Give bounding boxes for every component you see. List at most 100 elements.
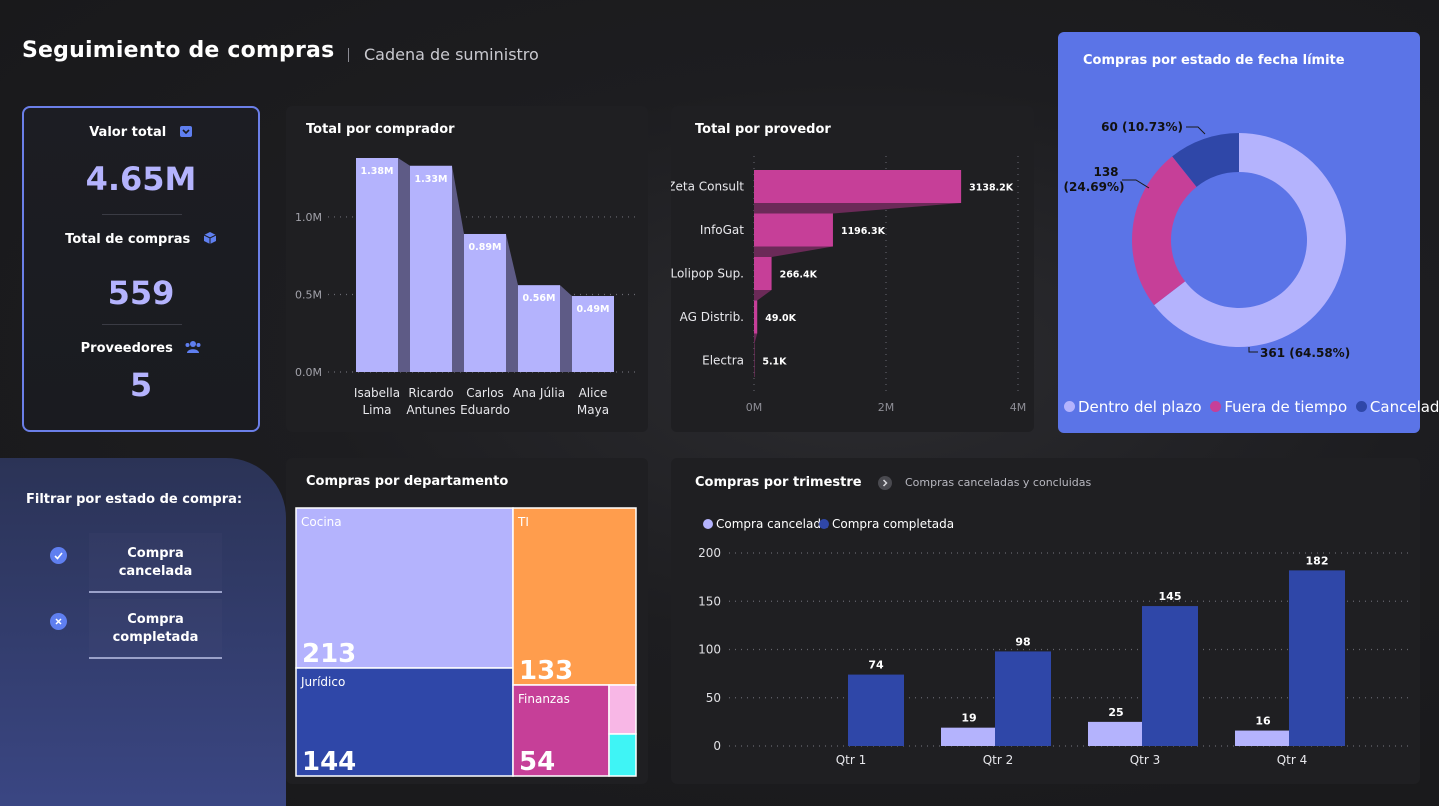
- bar: [995, 651, 1051, 746]
- header-divider: [348, 48, 349, 62]
- kpi-card: Valor total 4.65M Total de compras 559 P…: [22, 106, 260, 432]
- treemap-label: Finanzas: [518, 692, 570, 706]
- bar: [410, 165, 452, 372]
- x-tick-label: 2M: [878, 401, 895, 414]
- data-label: 49.0K: [765, 313, 796, 324]
- supplier-chart: 0M 2M 4M Zeta Consult 3138.2K InfoGat 1196.3K L…: [671, 156, 1027, 414]
- page-title: Seguimiento de compras: [22, 38, 335, 63]
- buyer-chart: 0.0M 0.5M 1.0M 1.38M Isabella Lima 1.33M Ricard…: [295, 158, 636, 417]
- y-tick-label: 1.0M: [295, 211, 322, 224]
- data-label: 3138.2K: [969, 183, 1014, 194]
- bar: [754, 213, 833, 247]
- total-value: 4.65M: [85, 160, 197, 198]
- x-tick-label: 0M: [746, 401, 763, 414]
- x-tick-label: Carlos: [466, 386, 504, 400]
- y-tick-label: 0: [713, 739, 721, 753]
- bar: [754, 170, 962, 203]
- bar: [1142, 606, 1198, 746]
- data-label: 138: [1093, 165, 1118, 179]
- bar: [754, 300, 758, 334]
- legend-label: Compra completada: [832, 517, 954, 531]
- kpi-divider: [102, 324, 182, 325]
- y-tick-label: 0.0M: [295, 366, 322, 379]
- treemap-cell: [608, 733, 637, 777]
- treemap-label: Cocina: [301, 515, 342, 529]
- treemap-value: 54: [519, 747, 555, 777]
- kpi-divider: [102, 214, 182, 215]
- y-tick-label: Electra: [702, 354, 744, 368]
- data-label: 266.4K: [780, 270, 818, 281]
- legend-dot: [1210, 401, 1222, 412]
- data-label: 1.33M: [415, 174, 448, 185]
- legend-item-late[interactable]: Fuera de tiempo: [1210, 398, 1347, 416]
- ribbon: [506, 233, 518, 372]
- y-tick-label: InfoGat: [700, 223, 744, 237]
- data-label: 182: [1306, 554, 1329, 567]
- treemap-value: 144: [302, 747, 356, 777]
- data-label: 0.49M: [577, 304, 610, 315]
- treemap-label: TI: [517, 515, 529, 529]
- x-tick-label: Qtr 1: [836, 753, 867, 767]
- treemap-label: Jurídico: [300, 675, 345, 689]
- data-label: 74: [868, 659, 884, 672]
- y-tick-label: 0.5M: [295, 288, 322, 301]
- x-tick-label: Lima: [362, 403, 391, 417]
- filter-title: Filtrar por estado de compra:: [26, 492, 243, 507]
- bar: [1289, 570, 1345, 746]
- department-treemap: Cocina 213 Jurídico 144 TI 133 Finanzas 54: [295, 507, 637, 777]
- buyer-chart-panel: Total por comprador 0.0M 0.5M 1.0M 1.38M Isa…: [286, 106, 648, 432]
- bar: [848, 674, 904, 746]
- total-value-label: Valor total: [24, 124, 258, 140]
- bar: [464, 233, 506, 372]
- suppliers-count: 5: [129, 366, 153, 404]
- check-circle-icon: [50, 547, 67, 564]
- filter-completed-button[interactable]: Compra completada: [89, 599, 222, 659]
- deadline-chart-panel: Compras por estado de fecha límite 361 (…: [1058, 32, 1439, 433]
- filter-cancelled[interactable]: Compra cancelada: [48, 533, 224, 593]
- legend-item-on-time[interactable]: Dentro del plazo: [1064, 398, 1202, 416]
- filter-cancelled-button[interactable]: Compra cancelada: [89, 533, 222, 593]
- data-label: 0.56M: [523, 293, 556, 304]
- wallet-icon: [179, 126, 192, 137]
- page-subtitle: Cadena de suministro: [364, 45, 539, 64]
- y-tick-label: 200: [698, 546, 721, 560]
- ribbon: [754, 246, 833, 257]
- ribbon: [754, 290, 772, 301]
- legend-dot: [703, 519, 713, 529]
- data-label: 1.38M: [361, 166, 394, 177]
- deadline-legend: Dentro del plazo Fuera de tiempo Cancela…: [1064, 398, 1439, 416]
- y-tick-label: 150: [698, 594, 721, 608]
- suppliers-label: Proveedores: [24, 340, 258, 356]
- leader-line: [1122, 179, 1150, 189]
- ribbon: [452, 165, 464, 372]
- treemap-cell: [608, 684, 637, 735]
- data-label: 19: [961, 712, 976, 725]
- y-tick-label: AG Distrib.: [680, 310, 744, 324]
- x-tick-label: Eduardo: [460, 403, 510, 417]
- x-tick-label: Ricardo: [408, 386, 453, 400]
- ribbon: [754, 203, 962, 214]
- data-label: 5.1K: [762, 357, 787, 368]
- legend-label: Compra cancelada: [716, 517, 828, 531]
- y-tick-label: Lolipop Sup.: [671, 267, 744, 281]
- filter-completed[interactable]: Compra completada: [48, 599, 224, 659]
- ribbon: [754, 333, 758, 344]
- donut-slice: [1132, 156, 1197, 306]
- data-label: 145: [1159, 590, 1182, 603]
- data-label: 0.89M: [469, 242, 502, 253]
- x-tick-label: Ana Júlia: [513, 386, 565, 400]
- x-tick-label: 4M: [1010, 401, 1027, 414]
- bar: [1235, 730, 1291, 746]
- data-label: 1196.3K: [841, 226, 886, 237]
- leader-line: [1186, 126, 1206, 135]
- bar: [941, 727, 997, 746]
- legend-item-cancelled[interactable]: Cancelada: [1355, 398, 1439, 416]
- supplier-chart-panel: Total por provedor 0M 2M 4M Zeta Consult 313…: [671, 106, 1034, 432]
- x-tick-label: Isabella: [354, 386, 400, 400]
- quarter-chart: Compra cancelada Compra completada 0 50 100 1…: [698, 517, 1408, 767]
- data-label: (24.69%): [1064, 180, 1125, 194]
- total-purchases: 559: [107, 274, 175, 312]
- y-tick-label: 50: [706, 691, 721, 705]
- legend-dot: [1064, 401, 1075, 412]
- ribbon: [560, 285, 572, 372]
